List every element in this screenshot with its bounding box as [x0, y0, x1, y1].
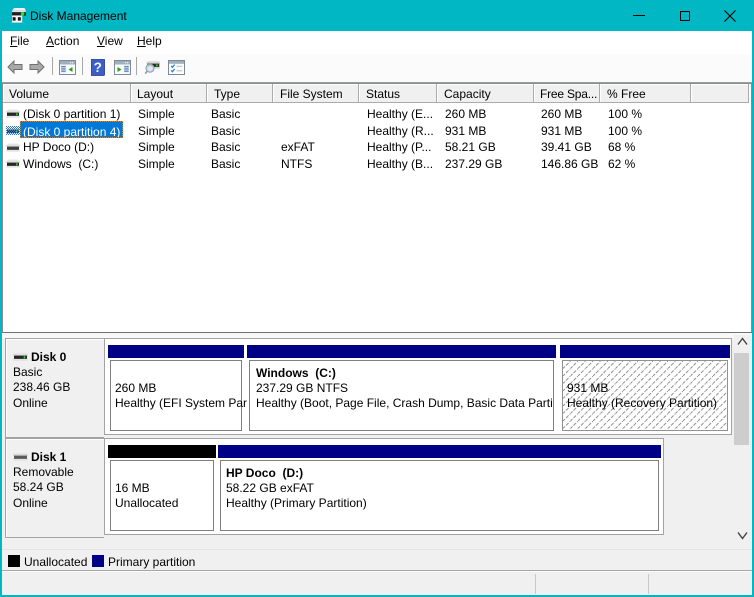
svg-text:?: ?: [94, 60, 102, 75]
